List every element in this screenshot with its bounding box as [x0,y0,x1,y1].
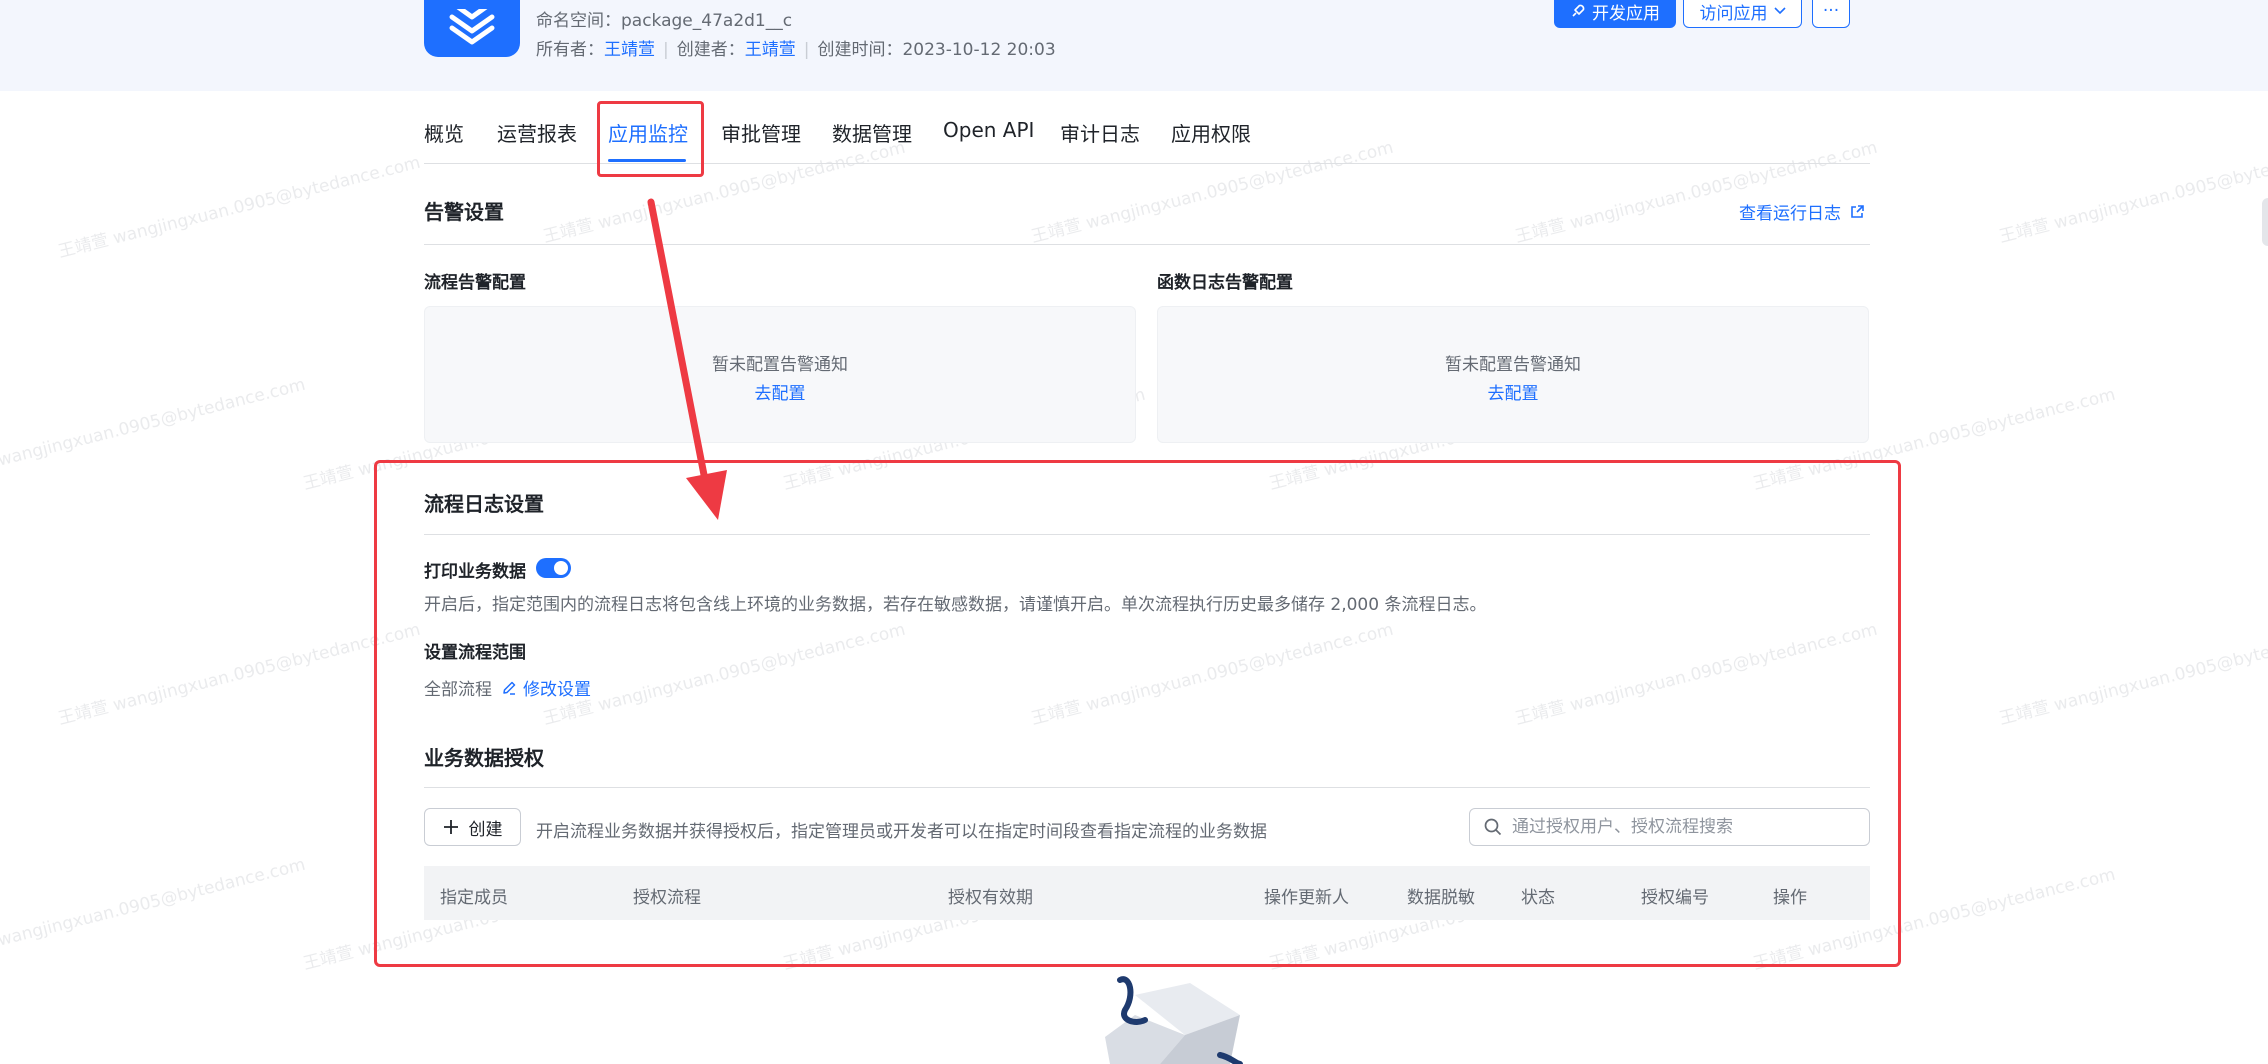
external-link-icon [1851,204,1864,218]
function-alert-empty-text: 暂未配置告警通知 [1445,355,1581,375]
watermark: 王靖萱 wangjingxuan.0905@bytedance.com [0,374,308,485]
function-alert-panel: 暂未配置告警通知 去配置 [1157,306,1869,443]
tab-data-management[interactable]: 数据管理 [832,118,912,147]
separator: | [663,40,669,60]
watermark: 王靖萱 wangjingxuan.0905@bytedance.com [541,137,908,248]
watermark: 王靖萱 wangjingxuan.0905@bytedance.com [0,854,308,965]
created-label: 创建时间： [817,40,903,60]
more-button[interactable]: ··· [1812,0,1850,28]
flow-alert-configure-link[interactable]: 去配置 [425,379,1135,404]
side-handle[interactable] [2262,198,2268,246]
watermark: 王靖萱 wangjingxuan.0905@bytedance.com [1997,619,2268,730]
created-value: 2023-10-12 20:03 [902,40,1056,60]
view-run-logs-label: 查看运行日志 [1739,204,1841,224]
visit-app-button[interactable]: 访问应用 [1683,0,1802,28]
stack-icon [449,8,495,44]
flow-alert-panel: 暂未配置告警通知 去配置 [424,306,1136,443]
flow-alert-title: 流程告警配置 [424,273,526,293]
annotation-highlight-tab [597,101,704,177]
develop-app-label: 开发应用 [1592,3,1660,24]
chevron-down-icon [1773,7,1786,15]
flow-alert-empty-text: 暂未配置告警通知 [712,355,848,375]
tab-open-api[interactable]: Open API [943,118,1034,142]
rocket-icon [1572,4,1585,17]
tab-audit-log[interactable]: 审计日志 [1060,118,1140,147]
view-run-logs-link[interactable]: 查看运行日志 [1739,199,1865,224]
visit-app-label: 访问应用 [1699,3,1768,24]
owner-label: 所有者： [536,40,604,60]
develop-app-button[interactable]: 开发应用 [1554,0,1676,28]
tab-app-permission[interactable]: 应用权限 [1171,118,1251,147]
namespace-label: 命名空间： [536,11,621,31]
creator-link[interactable]: 王靖萱 [745,40,796,60]
watermark: 王靖萱 wangjingxuan.0905@bytedance.com [56,619,423,730]
function-alert-title: 函数日志告警配置 [1157,273,1293,293]
separator: | [803,40,810,60]
alert-settings-divider [424,244,1870,245]
empty-state-illustration [1105,976,1243,1064]
tab-operation-report[interactable]: 运营报表 [497,118,577,147]
owner-row: 所有者：王靖萱 | 创建者：王靖萱 | 创建时间：2023-10-12 20:03 [536,35,1056,60]
annotation-highlight-section [374,460,1901,967]
app-header: 命名空间：package_47a2d1__c 所有者：王靖萱 | 创建者：王靖萱 | 创… [0,0,2268,91]
tab-overview[interactable]: 概览 [424,118,464,147]
function-alert-configure-link[interactable]: 去配置 [1158,379,1868,404]
creator-label: 创建者： [676,40,745,60]
watermark: 王靖萱 wangjingxuan.0905@bytedance.com [1029,137,1396,248]
alert-settings-title: 告警设置 [424,200,504,224]
app-monitor-page: 王靖萱 wangjingxuan.0905@bytedance.com 王靖萱 … [0,0,2268,1064]
owner-link[interactable]: 王靖萱 [604,40,655,60]
namespace-row: 命名空间：package_47a2d1__c [536,6,792,31]
watermark: 王靖萱 wangjingxuan.0905@bytedance.com [56,152,423,263]
namespace-value: package_47a2d1__c [621,11,793,31]
watermark: 王靖萱 wangjingxuan.0905@bytedance.com [1513,137,1880,248]
tab-approval[interactable]: 审批管理 [721,118,801,147]
app-logo [424,0,520,57]
watermark: 王靖萱 wangjingxuan.0905@bytedance.com [1997,137,2268,248]
